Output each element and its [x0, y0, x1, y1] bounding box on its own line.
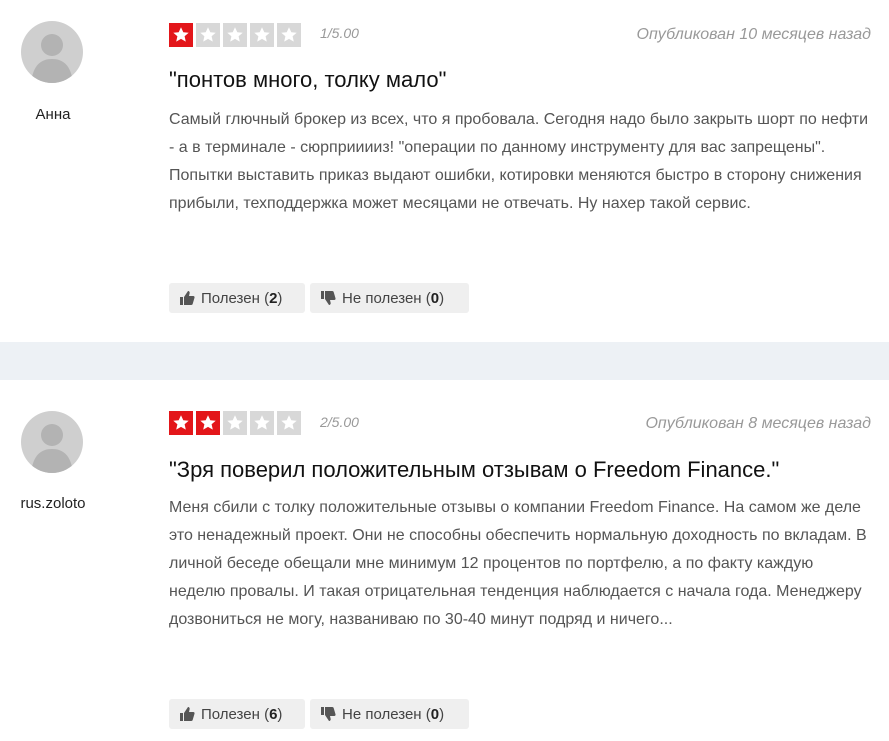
- published-date: Опубликован 8 месяцев назад: [645, 415, 871, 432]
- not-helpful-label: Не полезен: [342, 705, 422, 723]
- not-helpful-button[interactable]: Не полезен (0): [310, 283, 469, 313]
- thumbs-down-icon: [321, 291, 336, 305]
- thumbs-up-icon: [180, 707, 195, 721]
- published-date: Опубликован 10 месяцев назад: [636, 26, 871, 43]
- star-icon: [250, 23, 274, 47]
- star-icon: [223, 23, 247, 47]
- review-author[interactable]: rus.zoloto: [0, 495, 106, 512]
- not-helpful-button[interactable]: Не полезен (0): [310, 699, 469, 729]
- avatar: [21, 21, 83, 83]
- star-icon: [250, 411, 274, 435]
- helpful-button[interactable]: Полезен (2): [169, 283, 305, 313]
- rating-score: 1/5.00: [320, 25, 359, 41]
- review-author[interactable]: Анна: [0, 106, 106, 123]
- rating-score: 2/5.00: [320, 414, 359, 430]
- not-helpful-count: 0: [430, 705, 440, 723]
- not-helpful-count: 0: [430, 289, 440, 307]
- thumbs-down-icon: [321, 707, 336, 721]
- star-icon: [223, 411, 247, 435]
- user-silhouette-icon: [31, 424, 73, 473]
- star-icon: [277, 411, 301, 435]
- rating-stars: [169, 23, 301, 47]
- user-silhouette-icon: [31, 34, 73, 83]
- helpful-button[interactable]: Полезен (6): [169, 699, 305, 729]
- thumbs-up-icon: [180, 291, 195, 305]
- review-card: rus.zoloto 2/5.00 Опубликован 8 месяцев …: [0, 380, 889, 741]
- star-icon: [169, 23, 193, 47]
- review-body: Самый глючный брокер из всех, что я проб…: [169, 111, 869, 212]
- star-icon: [196, 23, 220, 47]
- not-helpful-label: Не полезен: [342, 289, 422, 307]
- helpful-label: Полезен: [201, 289, 260, 307]
- helpful-count: 6: [269, 705, 278, 723]
- helpful-label: Полезен: [201, 705, 260, 723]
- review-title: "Зря поверил положительным отзывам о Fre…: [169, 457, 780, 482]
- star-icon: [196, 411, 220, 435]
- review-title: "понтов много, толку мало": [169, 67, 447, 92]
- avatar: [21, 411, 83, 473]
- star-icon: [277, 23, 301, 47]
- review-body: Меня сбили с толку положительные отзывы …: [169, 499, 867, 628]
- review-divider: [0, 342, 889, 380]
- star-icon: [169, 411, 193, 435]
- rating-stars: [169, 411, 301, 435]
- helpful-count: 2: [269, 289, 278, 307]
- review-card: Анна 1/5.00 Опубликован 10 месяцев назад…: [0, 0, 889, 342]
